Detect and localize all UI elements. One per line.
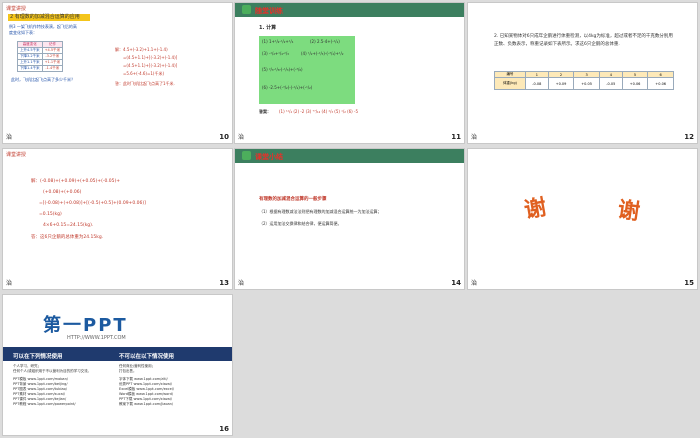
corner-label: 课堂讲授 xyxy=(6,152,27,158)
slide-number: 15 xyxy=(684,279,694,287)
answer-text: 答：这6只企鹅的总体重为24.15kg. xyxy=(31,235,104,240)
slide-thumbnail-10[interactable]: 课堂讲授 2 有理数的加减混合运算的应用 例3 一架飞机作特技表演，起飞后的高度… xyxy=(3,3,232,143)
solution-line-4: =5.6+(-4.6)=1(千米) xyxy=(123,71,165,76)
corner-label: 课堂讲授 xyxy=(6,6,27,12)
link-left-6: PPT教程 www.1ppt.com/powerpoint/ xyxy=(13,402,76,406)
slide-number: 14 xyxy=(451,279,461,287)
forbidden-heading: 不可以在以下情况使用 xyxy=(119,354,175,360)
slide-thumbnail-15[interactable]: 谢 谢 治 15 xyxy=(468,149,697,289)
summary-subtitle: 有理数的加减混合运算的一般步骤 xyxy=(259,197,327,202)
allowed-line-2: 任何个人/或组织用于不以营利为目的的学习交流。 xyxy=(13,369,92,373)
answer-text: 答：此时飞机比起飞点高了1千米. xyxy=(115,81,175,86)
expr-3: (3) -¹/₂+¹/₄-²/₃ xyxy=(262,51,289,56)
forbidden-line-2: 打包出售。 xyxy=(119,369,137,373)
solution-line-2: =(4.5+1.1)+[(-3.2)+(-1.4)] xyxy=(123,55,178,60)
slide-thumbnail-12[interactable]: 2. 已知某物体对6只成年企鹅进行体重检测，以4kg为标准，超过或者不足的千克数… xyxy=(468,3,697,143)
thanks-char-2: 谢 xyxy=(616,196,642,226)
ppt-allowed-box: 可以在下列情况使用 个人学习、研究； 任何个人/或组织用于不以营利为目的的学习交… xyxy=(13,352,123,422)
expr-5: (5) ²/₃-¹/₈-(-¹/₃)+(-³/₈) xyxy=(262,67,303,72)
item-label: 1. 计算 xyxy=(259,25,277,31)
solution-line-5: 4×6+0.15=24.15(kg). xyxy=(43,223,94,228)
expr-6: (6) -2.5+(-³/₂)-(-¹/₂)+(-¹/₂) xyxy=(262,85,313,90)
solution-line-1: 解：4.5+(-3.2)+1.1+(-1.4) xyxy=(115,47,168,52)
header-icon xyxy=(242,151,251,160)
slide-title: 课堂小结 xyxy=(255,153,283,161)
solution-line-3: =[(-0.08)+(+0.08)]+[(-0.5)+0.5]+(0.09+0.… xyxy=(39,201,146,206)
expr-4: (4) ¹/₂+(-²/₃)-(-³/₄)+¹/₂ xyxy=(301,51,344,56)
problem-text: 2. 已知某物体对6只成年企鹅进行体重检测，以4kg为标准，超过或者不足的千克数… xyxy=(494,34,673,47)
link-right-6: 教案下载 www.1ppt.com/jiaoan/ xyxy=(119,402,174,406)
expr-2: (2) 2.5-4+(-¹/₂) xyxy=(310,39,340,44)
footer-mark: 治 xyxy=(471,280,478,287)
thanks-char-1: 谢 xyxy=(522,194,549,224)
ppt-logo: 第一PPT xyxy=(43,315,128,336)
slide-thumbnail-14[interactable]: 课堂小结 有理数的加减混合运算的一般步骤 （1）根据有理数减法法则把有理数的加减… xyxy=(235,149,464,289)
weight-table: 编号 1 2 3 4 5 6 体重(kg) -0.08 +0.09 +0.05 -0.05 +0.06… xyxy=(494,71,674,90)
footer-mark: 治 xyxy=(238,280,245,287)
slide-thumbnail-16[interactable]: 第一PPT HTTP://WWW.1PPT.COM 可以在下列情况使用 个人学习… xyxy=(3,295,232,435)
height-table: 高度变化 记作 上升4.5千米 +4.5千米 下降3.2千米 -3.2千米 上升1.1… xyxy=(17,41,64,72)
question-text: 此时，飞机比起飞点高了多少千米？ xyxy=(11,77,75,82)
solution-line-1: 解：(-0.08)+(+0.09)+(+0.05)+(-0.05)+ xyxy=(31,179,120,184)
footer-mark: 治 xyxy=(6,134,13,141)
summary-point-2: （2）运用加法交换律和结合律，便运算简便。 xyxy=(259,221,342,226)
slide-number: 13 xyxy=(219,279,229,287)
footer-mark: 治 xyxy=(238,134,245,141)
answers-label: 答案： xyxy=(259,109,271,114)
slide-thumbnail-11[interactable]: 随堂训练 1. 计算 (1) 1+¹/₂-¹/₂+¹/₄ (2) 2.5-4+(… xyxy=(235,3,464,143)
solution-line-2: (+0.08)+(+0.06) xyxy=(43,190,82,195)
slide-number: 11 xyxy=(451,133,461,141)
header-icon xyxy=(242,5,251,14)
solution-line-3: =(4.5+1.1)+[(-3.2)+(-1.4)] xyxy=(123,63,178,68)
expr-1: (1) 1+¹/₂-¹/₂+¹/₄ xyxy=(262,39,294,44)
slide-thumbnail-13[interactable]: 课堂讲授 解：(-0.08)+(+0.09)+(+0.05)+(-0.05)+ … xyxy=(3,149,232,289)
section-heading: 2 有理数的加减混合运算的应用 xyxy=(8,14,90,21)
solution-line-4: =0.15(kg) xyxy=(39,212,62,217)
slide-number: 12 xyxy=(684,133,694,141)
slide-number: 16 xyxy=(219,425,229,433)
answers-values: (1) ¹¹/₄ (2) -2 (3) ⁷⁷/₁₂ (4) ²/₃ (5) ¹/… xyxy=(279,109,358,114)
footer-mark: 治 xyxy=(471,134,478,141)
slide-number: 10 xyxy=(219,133,229,141)
slide-title: 随堂训练 xyxy=(255,7,283,15)
summary-point-1: （1）根据有理数减法法则把有理数的加减混合运算统一为加法运算； xyxy=(259,209,382,214)
ppt-forbidden-box: 不可以在以下情况使用 任何商业/营利性使用； 打包出售。 字体下载 www.1p… xyxy=(119,352,229,422)
footer-mark: 治 xyxy=(6,280,13,287)
problem-text: 例3 一架飞机作特技表演，起飞后的高度变化如下表： xyxy=(9,24,77,35)
allowed-heading: 可以在下列情况使用 xyxy=(13,354,63,360)
ppt-url: HTTP://WWW.1PPT.COM xyxy=(67,335,126,341)
